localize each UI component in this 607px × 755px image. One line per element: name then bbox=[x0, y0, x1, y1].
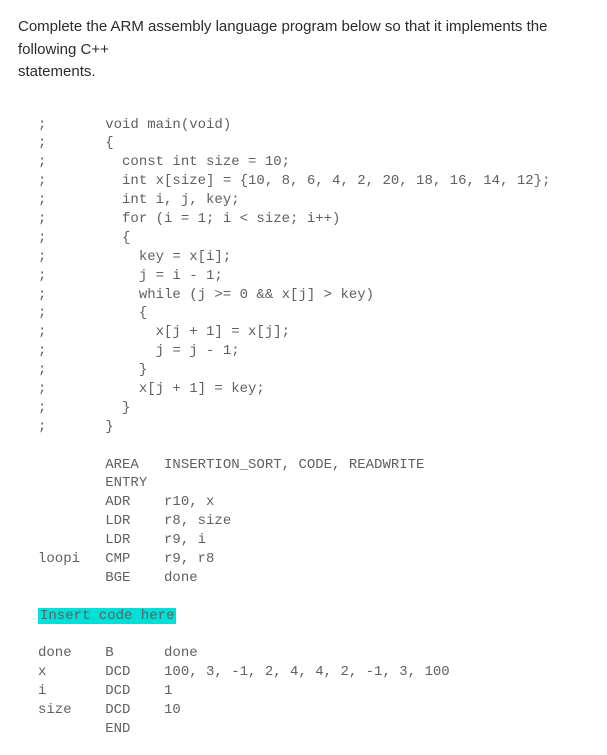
c-line-10: ; { bbox=[38, 305, 147, 321]
c-line-13: ; } bbox=[38, 362, 147, 378]
asm-line-8: x DCD 100, 3, -1, 2, 4, 4, 2, -1, 3, 100 bbox=[38, 664, 450, 680]
insert-code-placeholder: Insert code here bbox=[38, 608, 176, 624]
c-line-9: ; while (j >= 0 && x[j] > key) bbox=[38, 287, 374, 303]
c-line-11: ; x[j + 1] = x[j]; bbox=[38, 324, 290, 340]
asm-line-1: ENTRY bbox=[38, 475, 147, 491]
c-line-14: ; x[j + 1] = key; bbox=[38, 381, 265, 397]
asm-line-6: BGE done bbox=[38, 570, 198, 586]
c-line-12: ; j = j - 1; bbox=[38, 343, 240, 359]
c-line-16: ; } bbox=[38, 419, 114, 435]
asm-line-5: loopi CMP r9, r8 bbox=[38, 551, 214, 567]
c-line-1: ; { bbox=[38, 135, 114, 151]
c-line-2: ; const int size = 10; bbox=[38, 154, 290, 170]
asm-line-0: AREA INSERTION_SORT, CODE, READWRITE bbox=[38, 457, 424, 473]
asm-line-3: LDR r8, size bbox=[38, 513, 231, 529]
code-listing: ; void main(void) ; { ; const int size =… bbox=[38, 116, 589, 739]
page-root: Complete the ARM assembly language progr… bbox=[0, 0, 607, 755]
asm-line-9: i DCD 1 bbox=[38, 683, 172, 699]
asm-line-7: done B done bbox=[38, 645, 198, 661]
asm-line-2: ADR r10, x bbox=[38, 494, 214, 510]
c-line-8: ; j = i - 1; bbox=[38, 268, 223, 284]
asm-line-10: size DCD 10 bbox=[38, 702, 181, 718]
c-line-15: ; } bbox=[38, 400, 130, 416]
question-prompt: Complete the ARM assembly language progr… bbox=[18, 16, 589, 84]
c-line-6: ; { bbox=[38, 230, 130, 246]
c-line-5: ; for (i = 1; i < size; i++) bbox=[38, 211, 340, 227]
c-line-0: ; void main(void) bbox=[38, 117, 231, 133]
asm-line-4: LDR r9, i bbox=[38, 532, 206, 548]
question-line-2: statements. bbox=[18, 63, 96, 80]
asm-line-11: END bbox=[38, 721, 130, 737]
question-line-1: Complete the ARM assembly language progr… bbox=[18, 18, 547, 58]
c-line-4: ; int i, j, key; bbox=[38, 192, 240, 208]
c-line-3: ; int x[size] = {10, 8, 6, 4, 2, 20, 18,… bbox=[38, 173, 550, 189]
c-line-7: ; key = x[i]; bbox=[38, 249, 231, 265]
